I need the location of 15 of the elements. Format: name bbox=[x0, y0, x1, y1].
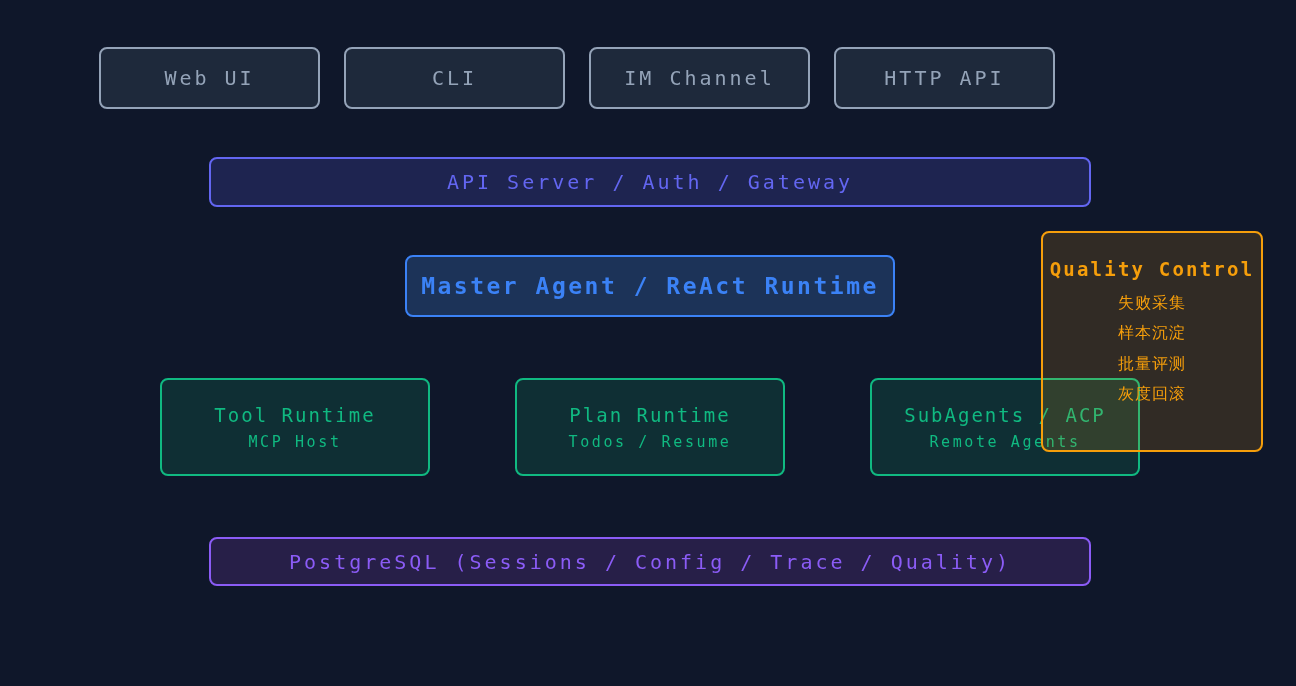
client-node: IM Channel bbox=[589, 47, 810, 109]
client-node: HTTP API bbox=[834, 47, 1055, 109]
node-subtitle: Todos / Resume bbox=[568, 432, 732, 453]
node-subtitle: MCP Host bbox=[248, 432, 342, 453]
master-agent-node: Master Agent / ReAct Runtime bbox=[405, 255, 895, 317]
client-node: CLI bbox=[344, 47, 565, 109]
client-node: Web UI bbox=[99, 47, 320, 109]
node-title: Tool Runtime bbox=[214, 402, 376, 428]
database-node: PostgreSQL (Sessions / Config / Trace / Quality) bbox=[209, 537, 1091, 586]
quality-step: 样本沉淀 bbox=[1118, 318, 1186, 349]
quality-step: 失败采集 bbox=[1118, 287, 1186, 318]
quality-control-title: Quality Control bbox=[1049, 257, 1255, 282]
node-title: Plan Runtime bbox=[569, 402, 731, 428]
quality-step: 批量评测 bbox=[1118, 348, 1186, 379]
gateway-node: API Server / Auth / Gateway bbox=[209, 157, 1091, 207]
